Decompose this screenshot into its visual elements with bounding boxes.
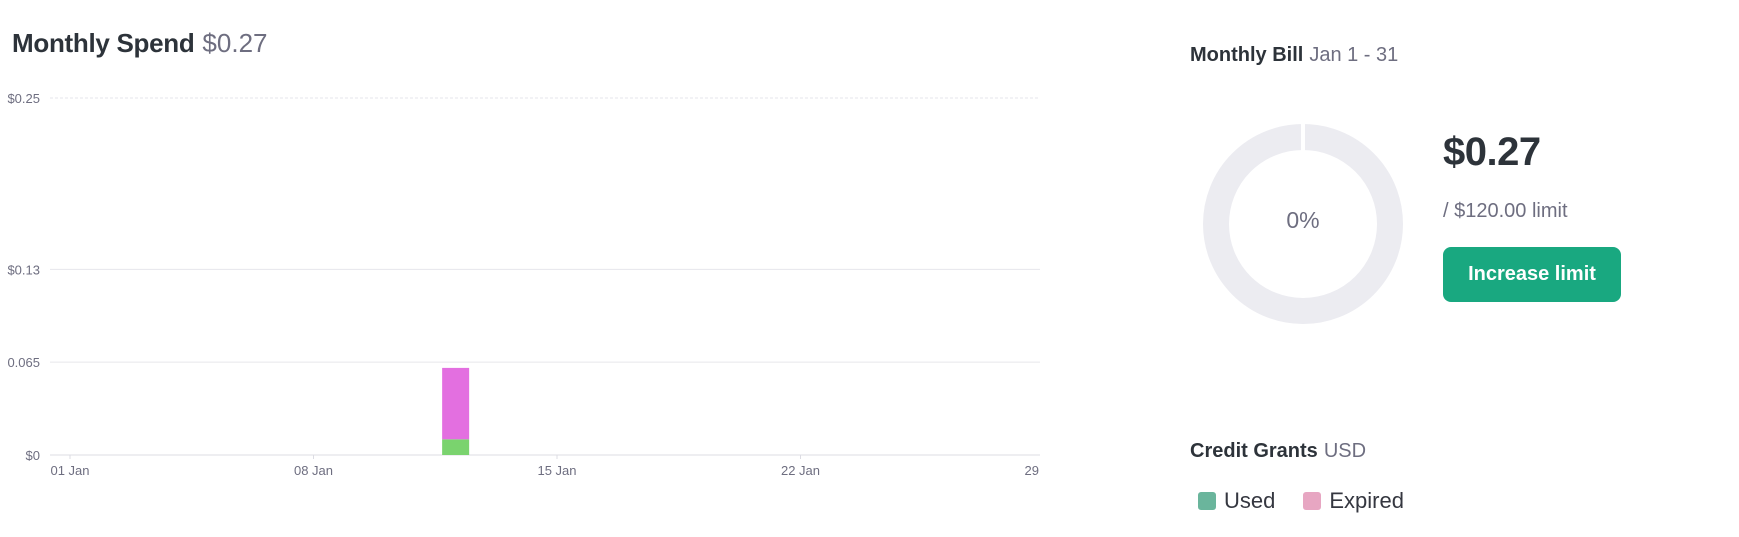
used-swatch: [1198, 492, 1216, 510]
y-tick-label-1: 0.065: [7, 355, 40, 370]
bill-amount: $0.27: [1443, 130, 1541, 174]
legend-item-expired[interactable]: Expired: [1303, 488, 1404, 514]
legend-label-expired: Expired: [1329, 488, 1404, 513]
x-tick-label-0: 01 Jan: [50, 463, 89, 478]
credit-grants-legend: Used Expired: [1198, 488, 1432, 514]
y-tick-label-2: $0.13: [7, 262, 40, 277]
usage-percent: 0%: [1286, 207, 1320, 233]
legend-label-used: Used: [1224, 488, 1276, 513]
monthly-bill-title: Monthly Bill: [1190, 44, 1304, 66]
bill-limit: / $120.00 limit: [1443, 200, 1568, 222]
monthly-spend-chart: $0 0.065 $0.13 $0.25 01 Jan 08 Jan 15 Jan 22 Ja…: [7, 91, 1040, 478]
monthly-spend-header: Monthly Spend $0.27: [12, 28, 268, 59]
billing-period: Jan 1 - 31: [1309, 44, 1399, 66]
x-tick-label-3: 22 Jan: [781, 463, 820, 478]
x-tick-label-4: 29 Jan: [1024, 463, 1040, 478]
credit-grants-currency: USD: [1323, 440, 1367, 462]
credit-grants-title: Credit Grants: [1190, 440, 1318, 462]
y-tick-label-0: $0: [26, 448, 40, 463]
monthly-spend-title: Monthly Spend: [12, 28, 195, 58]
bar-day-12-segment-0: [442, 439, 470, 455]
monthly-spend-amount: $0.27: [202, 28, 268, 58]
increase-limit-button[interactable]: Increase limit: [1443, 247, 1621, 302]
x-tick-label-1: 08 Jan: [294, 463, 333, 478]
x-tick-label-2: 15 Jan: [537, 463, 576, 478]
monthly-bill-header: Monthly Bill Jan 1 - 31: [1190, 44, 1398, 67]
expired-swatch: [1303, 492, 1322, 510]
legend-item-used[interactable]: Used: [1198, 488, 1275, 514]
bar-day-12-segment-1: [442, 367, 470, 440]
credit-grants-header: Credit Grants USD: [1190, 440, 1366, 463]
y-tick-label-3: $0.25: [7, 91, 40, 106]
